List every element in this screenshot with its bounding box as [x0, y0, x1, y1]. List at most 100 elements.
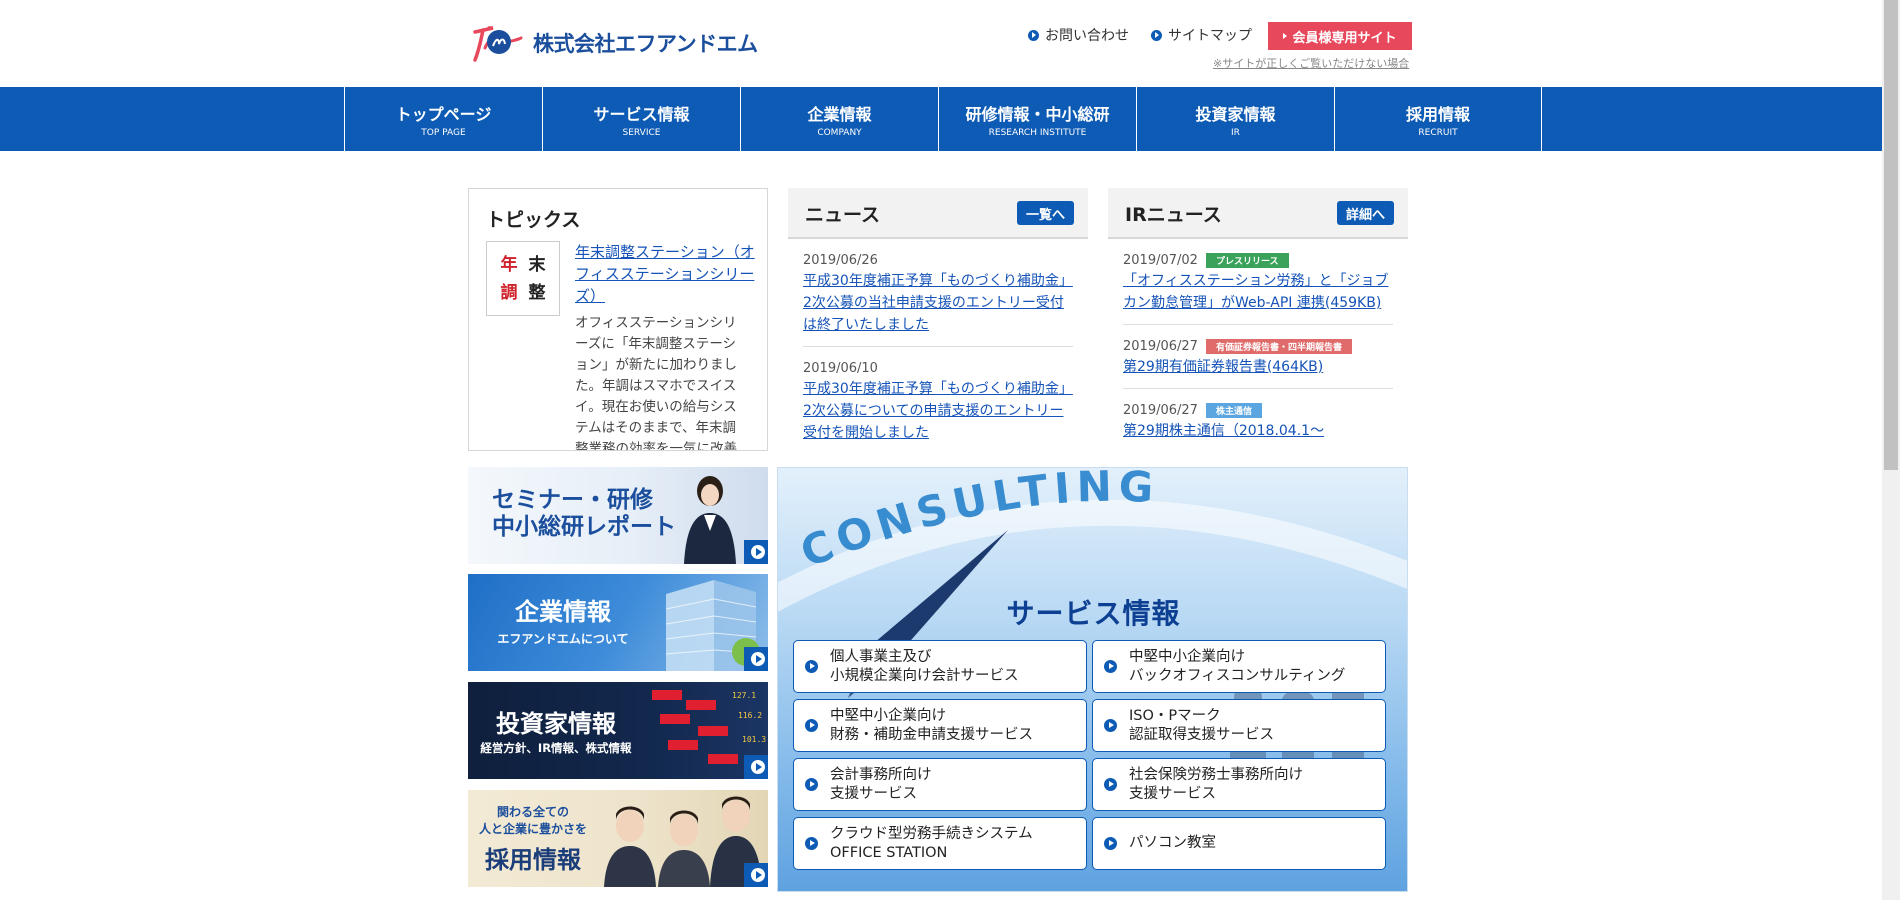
arrow-circle-icon: [1104, 719, 1117, 732]
page-scrollbar[interactable]: [1882, 0, 1900, 900]
service-label: 社会保険労務士事務所向け 支援サービス: [1129, 766, 1303, 802]
ir-news-item: 2019/06/27 株主通信 第29期株主通信（2018.04.1～: [1123, 389, 1393, 451]
topics-panel: トピックス 年 末 調 整 年末調整ステーション（オフィスステーションシリーズ）…: [468, 188, 768, 451]
arrow-circle-icon: [1028, 29, 1039, 41]
nav-sublabel: SERVICE: [622, 127, 661, 138]
contact-label: お問い合わせ: [1045, 28, 1129, 44]
ir-news-link[interactable]: 第29期株主通信（2018.04.1～: [1123, 420, 1393, 442]
nav-label: トップページ: [395, 104, 492, 124]
news-link[interactable]: 平成30年度補正予算「ものづくり補助金」2次公募についての申請支援のエントリー受…: [803, 378, 1073, 444]
thumb-char: 調: [500, 282, 518, 303]
arrow-circle-icon: [1104, 778, 1117, 791]
service-finance-subsidy[interactable]: 中堅中小企業向け 財務・補助金申請支援サービス: [793, 699, 1087, 752]
thumb-char: 末: [528, 254, 546, 275]
category-tag: プレスリリース: [1205, 253, 1289, 268]
service-sole-proprietor-accounting[interactable]: 個人事業主及び 小規模企業向け会計サービス: [793, 640, 1087, 693]
service-label: パソコン教室: [1129, 835, 1216, 851]
play-arrow-icon: [744, 755, 768, 779]
nav-label: 採用情報: [1405, 104, 1470, 124]
staff-photo-illustration: [604, 796, 762, 887]
scrollbar-thumb[interactable]: [1884, 0, 1898, 470]
arrow-circle-icon: [805, 778, 818, 791]
company-banner-sub: エフアンドエムについて: [497, 632, 629, 646]
play-arrow-icon: [744, 540, 768, 564]
date-text: 2019/07/02: [1123, 253, 1198, 268]
ir-news-link[interactable]: 第29期有価証券報告書(464KB): [1123, 356, 1393, 378]
nav-recruit[interactable]: 採用情報 RECRUIT: [1335, 87, 1542, 151]
service-iso-pmark[interactable]: ISO・Pマーク 認証取得支援サービス: [1092, 699, 1386, 752]
nav-sublabel: RECRUIT: [1418, 127, 1458, 138]
play-arrow-icon: [744, 863, 768, 887]
member-site-label: 会員様専用サイト: [1292, 30, 1397, 46]
banner-line: 中小総研レポート: [492, 514, 676, 540]
news-item: 2019/06/26 平成30年度補正予算「ものづくり補助金」2次公募の当社申請…: [803, 239, 1073, 347]
news-list-button[interactable]: 一覧へ: [1016, 201, 1074, 225]
service-label: 中堅中小企業向け 財務・補助金申請支援サービス: [830, 707, 1033, 743]
nav-ir[interactable]: 投資家情報 IR: [1137, 87, 1335, 151]
sitemap-link[interactable]: サイトマップ: [1151, 25, 1252, 45]
arrow-circle-icon: [805, 837, 818, 850]
service-consulting-panel: CONSULTING サービス情報 個人事業主及び 小規模企業向け会計サービス 中…: [777, 467, 1408, 892]
member-site-button[interactable]: 会員様専用サイト: [1268, 22, 1412, 50]
topic-link[interactable]: 年末調整ステーション（オフィスステーションシリーズ）: [575, 241, 755, 307]
topic-thumbnail[interactable]: 年 末 調 整: [486, 241, 560, 316]
nav-research[interactable]: 研修情報・中小総研 RESEARCH INSTITUTE: [939, 87, 1137, 151]
service-accounting-office[interactable]: 会計事務所向け 支援サービス: [793, 758, 1087, 811]
nav-company[interactable]: 企業情報 COMPANY: [741, 87, 939, 151]
service-labor-consultant-office[interactable]: 社会保険労務士事務所向け 支援サービス: [1092, 758, 1386, 811]
seminar-banner[interactable]: セミナー・研修 中小総研レポート: [468, 467, 768, 564]
banner-line: セミナー・研修: [492, 487, 653, 513]
investor-banner-title: 投資家情報: [496, 710, 616, 738]
ir-news-heading: IRニュース: [1125, 204, 1222, 226]
ir-news-item: 2019/07/02 プレスリリース 「オフィスステーション労務」と「ジョブカン…: [1123, 239, 1393, 325]
display-help-link[interactable]: ※サイトが正しくご覧いただけない場合: [1213, 55, 1409, 71]
ir-detail-button[interactable]: 詳細へ: [1336, 201, 1394, 225]
investor-banner[interactable]: 127.1 116.2 101.3 投資家情報 経営方針、IR情報、株式情報: [468, 682, 768, 779]
arrow-circle-icon: [1104, 837, 1117, 850]
service-office-station[interactable]: クラウド型労務手続きシステム OFFICE STATION: [793, 817, 1087, 870]
nav-sublabel: RESEARCH INSTITUTE: [988, 127, 1087, 138]
recruit-banner[interactable]: 関わる全ての 人と企業に豊かさを 採用情報: [468, 790, 768, 887]
date-text: 2019/06/26: [803, 253, 878, 268]
ir-news-date: 2019/06/27 株主通信: [1123, 403, 1393, 418]
nav-top[interactable]: トップページ TOP PAGE: [345, 87, 543, 151]
topic-description: オフィスステーションシリーズに「年末調整ステーション」が新たに加わりました。年調…: [575, 315, 737, 451]
news-item: 2019/06/10 平成30年度補正予算「ものづくり補助金」2次公募についての…: [803, 347, 1073, 451]
topics-heading: トピックス: [486, 209, 581, 231]
utility-links: お問い合わせ サイトマップ: [1028, 25, 1274, 45]
service-label: クラウド型労務手続きシステム OFFICE STATION: [830, 825, 1033, 861]
company-logo[interactable]: 株式会社エフアンドエム: [469, 22, 758, 64]
news-header: ニュース 一覧へ: [788, 188, 1088, 239]
service-label: 中堅中小企業向け バックオフィスコンサルティング: [1129, 648, 1346, 684]
thumb-char: 年: [500, 254, 518, 275]
banner-line: 人と企業に豊かさを: [478, 822, 587, 836]
svg-text:101.3: 101.3: [742, 735, 766, 744]
ir-news-link[interactable]: 「オフィスステーション労務」と「ジョブカン勤怠管理」がWeb-API 連携(45…: [1123, 270, 1393, 314]
contact-link[interactable]: お問い合わせ: [1028, 25, 1129, 45]
nav-label: 投資家情報: [1195, 104, 1276, 124]
nav-sublabel: COMPANY: [817, 127, 862, 138]
company-banner[interactable]: 企業情報 エフアンドエムについて: [468, 574, 768, 671]
news-link[interactable]: 平成30年度補正予算「ものづくり補助金」2次公募の当社申請支援のエントリー受付は…: [803, 270, 1073, 336]
arrow-circle-icon: [1151, 29, 1162, 41]
nav-label: 企業情報: [807, 104, 872, 124]
caret-right-icon: [1283, 33, 1288, 39]
svg-text:127.1: 127.1: [732, 691, 756, 700]
fm-logo-icon: [473, 26, 523, 62]
play-arrow-icon: [744, 647, 768, 671]
service-label: 会計事務所向け 支援サービス: [830, 766, 932, 802]
date-text: 2019/06/27: [1123, 403, 1198, 418]
service-heading: サービス情報: [1006, 597, 1181, 630]
service-pc-school[interactable]: パソコン教室: [1092, 817, 1386, 870]
global-nav: トップページ TOP PAGE サービス情報 SERVICE 企業情報 COMP…: [0, 87, 1882, 151]
site-header: 株式会社エフアンドエム お問い合わせ サイトマップ 会員様専用サイト ※サイトが…: [0, 0, 1882, 87]
service-backoffice-consulting[interactable]: 中堅中小企業向け バックオフィスコンサルティング: [1092, 640, 1386, 693]
recruit-banner-sub: 関わる全ての 人と企業に豊かさを: [468, 804, 598, 838]
businesswoman-illustration: [684, 476, 736, 564]
svg-text:116.2: 116.2: [738, 711, 762, 720]
news-panel: ニュース 一覧へ 2019/06/26 平成30年度補正予算「ものづくり補助金」…: [788, 188, 1088, 451]
company-name: 株式会社エフアンドエム: [533, 32, 758, 56]
ir-news-panel: IRニュース 詳細へ 2019/07/02 プレスリリース 「オフィスステーショ…: [1108, 188, 1408, 451]
nav-service[interactable]: サービス情報 SERVICE: [543, 87, 741, 151]
ir-news-date: 2019/07/02 プレスリリース: [1123, 253, 1393, 268]
